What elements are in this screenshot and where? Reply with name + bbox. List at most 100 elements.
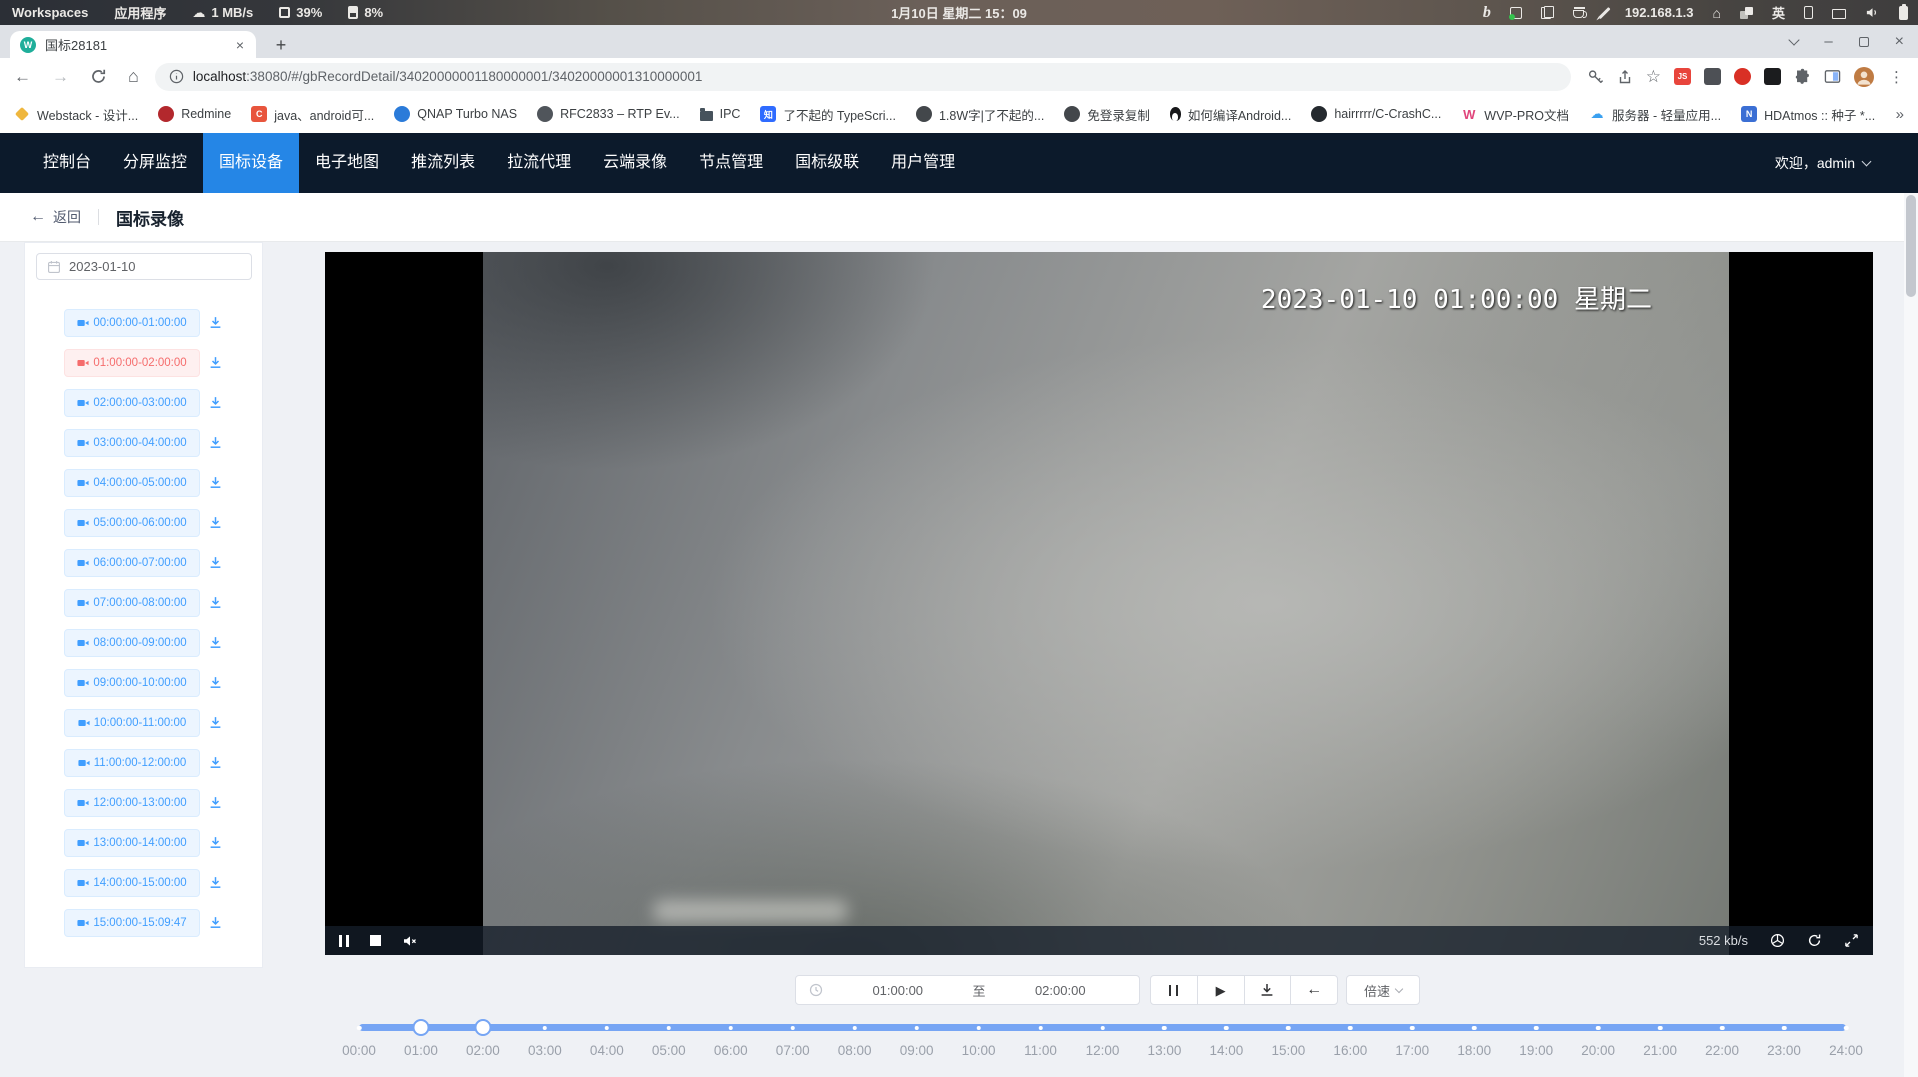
bookmark-item[interactable]: ☁服务器 - 轻量应用...	[1589, 105, 1721, 124]
record-download-icon[interactable]	[208, 515, 224, 531]
timeline-handle[interactable]	[474, 1019, 491, 1036]
record-button[interactable]: 10:00:00-11:00:00	[64, 709, 200, 737]
player-mute-icon[interactable]	[402, 933, 418, 949]
address-bar[interactable]: localhost:38080/#/gbRecordDetail/3402000…	[155, 63, 1571, 91]
record-download-icon[interactable]	[208, 675, 224, 691]
record-button[interactable]: 01:00:00-02:00:00	[64, 349, 200, 377]
input-method-indicator[interactable]: 英	[1772, 3, 1785, 22]
pause-button[interactable]	[1151, 976, 1197, 1004]
memory-indicator[interactable]: 8%	[348, 5, 383, 20]
record-download-icon[interactable]	[208, 795, 224, 811]
timeline-track[interactable]	[359, 1024, 1846, 1031]
share-icon[interactable]	[1617, 69, 1633, 85]
passwords-key-icon[interactable]	[1587, 68, 1604, 85]
refresh-icon[interactable]	[1807, 933, 1822, 948]
player-pause-icon[interactable]	[339, 935, 349, 947]
record-download-icon[interactable]	[208, 555, 224, 571]
battery-icon[interactable]	[1899, 6, 1908, 20]
record-download-icon[interactable]	[208, 475, 224, 491]
bookmarks-overflow-icon[interactable]: »	[1896, 95, 1904, 133]
record-button[interactable]: 14:00:00-15:00:00	[64, 869, 200, 897]
bookmark-item[interactable]: QNAP Turbo NAS	[394, 106, 517, 122]
home-icon[interactable]: ⌂	[128, 66, 139, 87]
volume-tray-icon[interactable]	[1865, 5, 1880, 20]
record-button[interactable]: 12:00:00-13:00:00	[64, 789, 200, 817]
browser-tab[interactable]: W 国标28181 ×	[10, 31, 256, 58]
record-download-icon[interactable]	[208, 435, 224, 451]
pen-tray-icon[interactable]	[1598, 6, 1610, 18]
record-download-icon[interactable]	[208, 835, 224, 851]
bookmark-item[interactable]: RFC2833 – RTP Ev...	[537, 106, 680, 122]
app-tray-icon[interactable]	[1510, 7, 1522, 19]
back-button[interactable]: ← 返回	[30, 207, 81, 227]
reload-icon[interactable]	[90, 68, 107, 85]
record-button[interactable]: 09:00:00-10:00:00	[64, 669, 200, 697]
fullscreen-icon[interactable]	[1844, 933, 1859, 948]
nav-tab-1[interactable]: 控制台	[27, 133, 107, 193]
bookmark-item[interactable]: 1.8W字|了不起的...	[916, 105, 1044, 124]
bookmark-item[interactable]: Cjava、android可...	[251, 105, 374, 124]
back-icon[interactable]: ←	[14, 67, 31, 87]
home-tray-icon[interactable]: ⌂	[1713, 6, 1721, 20]
workspaces-switcher[interactable]: Workspaces	[12, 5, 88, 20]
phone-tray-icon[interactable]	[1804, 6, 1813, 19]
extension-icon-4[interactable]	[1764, 68, 1781, 85]
new-tab-button[interactable]: +	[268, 32, 294, 58]
nav-tab-6[interactable]: 拉流代理	[491, 133, 587, 193]
record-button[interactable]: 05:00:00-06:00:00	[64, 509, 200, 537]
nav-tab-4[interactable]: 电子地图	[299, 133, 395, 193]
start-time-input[interactable]: 01:00:00	[823, 983, 973, 998]
clipboard-tray-icon[interactable]	[1541, 6, 1554, 19]
record-download-icon[interactable]	[208, 715, 224, 731]
forward-icon[interactable]: →	[52, 67, 69, 87]
record-button[interactable]: 02:00:00-03:00:00	[64, 389, 200, 417]
nav-tab-3[interactable]: 国标设备	[203, 133, 299, 193]
extensions-puzzle-icon[interactable]	[1794, 68, 1811, 85]
info-icon[interactable]	[169, 69, 184, 84]
timeline-handle[interactable]	[412, 1019, 429, 1036]
nav-tab-5[interactable]: 推流列表	[395, 133, 491, 193]
extension-icon-1[interactable]: JS	[1674, 68, 1691, 85]
clock[interactable]: 1月10日 星期二 15：09	[891, 3, 1027, 22]
bookmark-item[interactable]: 免登录复制	[1064, 105, 1150, 124]
network-speed[interactable]: ☁1 MB/s	[192, 5, 253, 20]
record-download-icon[interactable]	[208, 915, 224, 931]
user-menu[interactable]: 欢迎，admin	[1775, 133, 1870, 193]
nav-tab-8[interactable]: 节点管理	[683, 133, 779, 193]
scrollbar-thumb[interactable]	[1906, 195, 1916, 297]
bookmark-item[interactable]: IPC	[700, 107, 741, 121]
record-button[interactable]: 08:00:00-09:00:00	[64, 629, 200, 657]
speed-dropdown[interactable]: 倍速	[1346, 975, 1420, 1005]
bookmark-star-icon[interactable]: ☆	[1646, 67, 1661, 87]
bookmark-item[interactable]: NHDAtmos :: 种子 *...	[1741, 105, 1875, 124]
record-download-icon[interactable]	[208, 315, 224, 331]
applications-menu[interactable]: 应用程序	[114, 3, 166, 22]
nav-tab-10[interactable]: 用户管理	[875, 133, 971, 193]
extension-icon-3[interactable]	[1734, 68, 1751, 85]
record-button[interactable]: 13:00:00-14:00:00	[64, 829, 200, 857]
extension-icon-2[interactable]	[1704, 68, 1721, 85]
window-minimize-button[interactable]: –	[1824, 33, 1832, 50]
bookmark-item[interactable]: Webstack - 设计...	[14, 105, 138, 124]
profile-avatar[interactable]	[1854, 67, 1874, 87]
record-download-icon[interactable]	[208, 875, 224, 891]
download-button[interactable]	[1244, 976, 1291, 1004]
record-button[interactable]: 00:00:00-01:00:00	[64, 309, 200, 337]
tab-close-icon[interactable]: ×	[234, 37, 246, 53]
time-range-picker[interactable]: 01:00:00 至 02:00:00	[795, 975, 1140, 1005]
window-maximize-button[interactable]	[1859, 37, 1869, 47]
record-download-icon[interactable]	[208, 755, 224, 771]
record-button[interactable]: 03:00:00-04:00:00	[64, 429, 200, 457]
record-button[interactable]: 04:00:00-05:00:00	[64, 469, 200, 497]
coffee-tray-icon[interactable]	[1573, 10, 1584, 18]
record-button[interactable]: 07:00:00-08:00:00	[64, 589, 200, 617]
split-screen-icon[interactable]	[1824, 68, 1841, 85]
display-tray-icon[interactable]	[1832, 9, 1846, 19]
video-player[interactable]: 2023-01-10 01:00:00 星期二 552 kb/s	[325, 252, 1873, 955]
cpu-indicator[interactable]: 39%	[279, 5, 322, 20]
record-button[interactable]: 15:00:00-15:09:47	[64, 909, 200, 937]
bookmark-item[interactable]: Redmine	[158, 106, 231, 122]
snapshot-aperture-icon[interactable]	[1770, 933, 1785, 948]
bookmark-item[interactable]: WWVP-PRO文档	[1461, 105, 1569, 124]
record-button[interactable]: 06:00:00-07:00:00	[64, 549, 200, 577]
